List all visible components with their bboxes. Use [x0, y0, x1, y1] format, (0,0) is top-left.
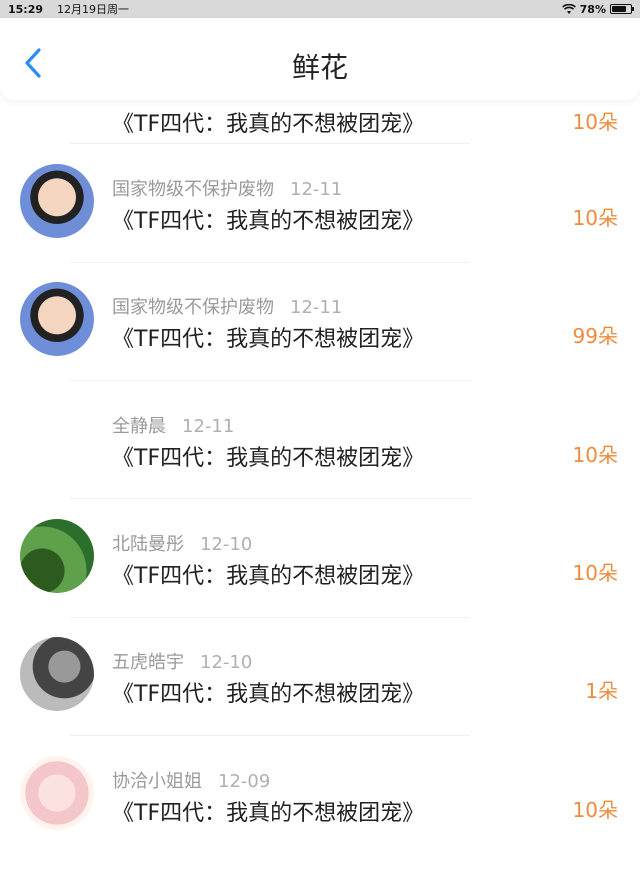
date: 12-09 [218, 771, 271, 792]
user-line: 五虎皓宇 12-10 [112, 648, 252, 674]
date: 12-11 [290, 179, 343, 200]
divider [70, 735, 470, 736]
status-right: 78% [561, 2, 634, 16]
divider [70, 617, 470, 618]
flower-amount: 10朵 [572, 206, 618, 230]
page-title: 鲜花 [291, 51, 348, 84]
flower-amount: 1朵 [585, 679, 618, 703]
divider [70, 380, 470, 381]
status-time: 15:29 [8, 2, 44, 16]
book-title[interactable]: 《TF四代：我真的不想被团宠》 [112, 203, 424, 235]
battery-icon [610, 4, 634, 14]
date: 12-10 [200, 534, 253, 555]
wifi-icon [561, 3, 576, 14]
list-item[interactable]: 国家物级不保护废物 12-11 《TF四代：我真的不想被团宠》 99朵 [0, 278, 640, 396]
book-title[interactable]: 《TF四代：我真的不想被团宠》 [112, 558, 424, 590]
battery-percent: 78% [579, 2, 606, 16]
list-item[interactable]: 国家物级不保护废物 12-11 《TF四代：我真的不想被团宠》 10朵 [0, 160, 640, 278]
flower-amount: 10朵 [572, 443, 618, 467]
avatar[interactable] [20, 401, 94, 475]
avatar[interactable] [20, 637, 94, 711]
avatar[interactable] [20, 282, 94, 356]
user-line: 国家物级不保护废物 12-11 [112, 293, 342, 319]
flower-amount: 10朵 [572, 798, 618, 822]
list-item[interactable]: 五虎皓宇 12-10 《TF四代：我真的不想被团宠》 1朵 [0, 633, 640, 751]
username[interactable]: 国家物级不保护废物 [112, 179, 274, 200]
username[interactable]: 全静晨 [112, 416, 166, 437]
nav-bar: 鲜花 [0, 18, 640, 100]
flower-amount: 99朵 [572, 324, 618, 348]
avatar[interactable] [20, 756, 94, 830]
status-bar: 15:29 12月19日周一 78% [0, 0, 640, 18]
date: 12-11 [290, 297, 343, 318]
user-line: 北陆曼彤 12-10 [112, 530, 252, 556]
book-title[interactable]: 《TF四代：我真的不想被团宠》 [112, 321, 424, 353]
username[interactable]: 国家物级不保护废物 [112, 297, 274, 318]
list-item[interactable]: 北陆曼彤 12-10 《TF四代：我真的不想被团宠》 10朵 [0, 515, 640, 633]
book-title[interactable]: 《TF四代：我真的不想被团宠》 [112, 795, 424, 827]
flower-amount: 10朵 [572, 561, 618, 585]
divider [70, 143, 470, 144]
list-item[interactable]: 协洽小姐姐 12-09 《TF四代：我真的不想被团宠》 10朵 [0, 752, 640, 870]
date: 12-11 [182, 416, 235, 437]
status-date: 12月19日周一 [57, 3, 130, 16]
user-line: 全静晨 12-11 [112, 412, 234, 438]
date: 12-10 [200, 652, 253, 673]
book-title: 《TF四代：我真的不想被团宠》 [112, 112, 425, 137]
flower-amount: 10朵 [572, 110, 618, 134]
divider [70, 498, 470, 499]
divider [70, 262, 470, 263]
book-title[interactable]: 《TF四代：我真的不想被团宠》 [112, 676, 424, 708]
username[interactable]: 协洽小姐姐 [112, 771, 202, 792]
book-title[interactable]: 《TF四代：我真的不想被团宠》 [112, 440, 424, 472]
username[interactable]: 五虎皓宇 [112, 652, 184, 673]
user-line: 协洽小姐姐 12-09 [112, 767, 270, 793]
avatar[interactable] [20, 519, 94, 593]
user-line: 国家物级不保护废物 12-11 [112, 175, 342, 201]
username[interactable]: 北陆曼彤 [112, 534, 184, 555]
avatar[interactable] [20, 164, 94, 238]
